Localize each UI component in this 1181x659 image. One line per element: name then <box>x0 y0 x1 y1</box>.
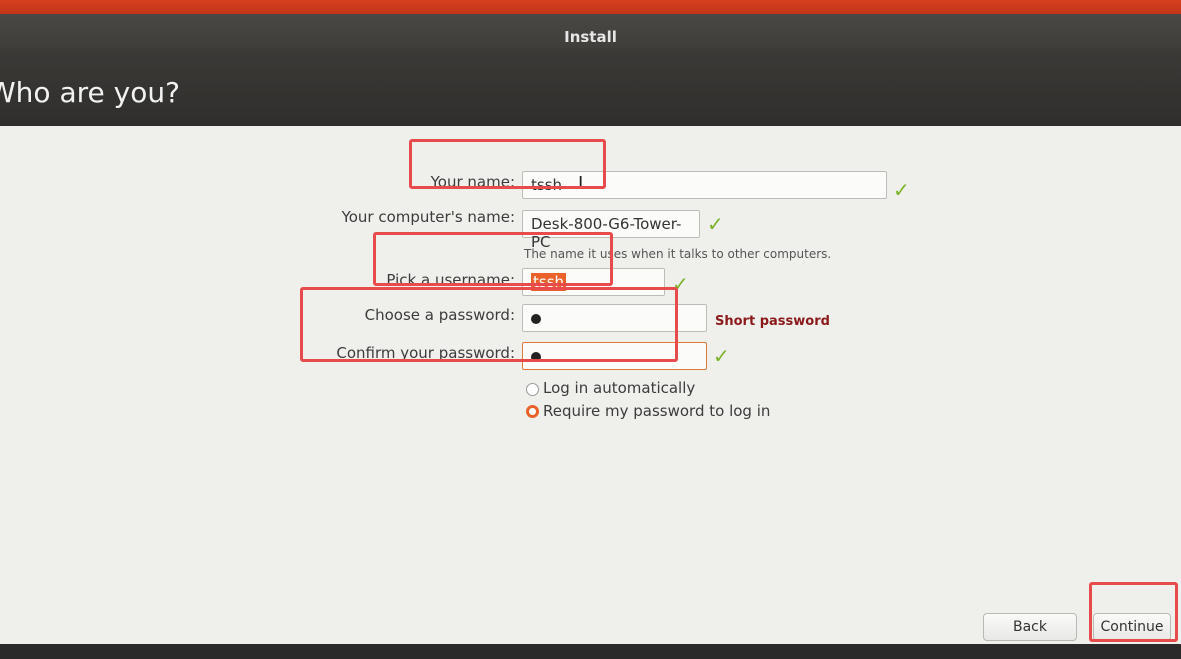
page-title: Who are you? <box>0 76 180 109</box>
annotation-box-passwords <box>300 287 678 362</box>
window-title: Install <box>564 28 617 46</box>
login-automatically-radio[interactable] <box>526 383 539 396</box>
page-header: Who are you? <box>0 48 1181 126</box>
require-password-label[interactable]: Require my password to log in <box>543 402 770 420</box>
login-automatically-label[interactable]: Log in automatically <box>543 379 695 397</box>
desktop-top-panel <box>0 0 1181 14</box>
computer-name-valid-check-icon: ✓ <box>707 212 724 236</box>
require-password-radio[interactable] <box>526 405 539 418</box>
back-button[interactable]: Back <box>983 613 1077 641</box>
confirm-password-valid-check-icon: ✓ <box>713 344 730 368</box>
form-content: Your name: tssh I ✓ Your computer's name… <box>0 126 1181 644</box>
name-valid-check-icon: ✓ <box>893 178 910 202</box>
annotation-box-name <box>409 139 606 189</box>
annotation-box-username <box>373 232 613 286</box>
bottom-panel <box>0 644 1181 659</box>
computer-name-label: Your computer's name: <box>341 208 515 226</box>
password-strength-label: Short password <box>715 314 830 329</box>
annotation-box-continue <box>1089 582 1178 642</box>
